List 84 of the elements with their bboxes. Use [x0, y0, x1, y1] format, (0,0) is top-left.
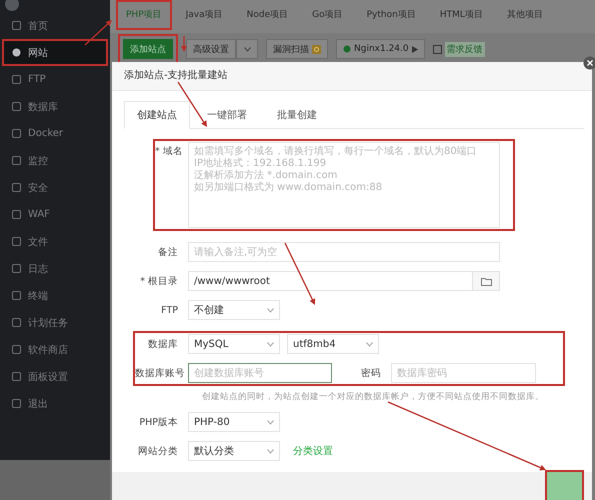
project-tab[interactable]: 其他项目: [496, 0, 553, 30]
caret-icon: [267, 420, 274, 424]
nav-icon: [12, 345, 21, 354]
dialog-tab[interactable]: 创建站点: [124, 101, 190, 129]
select-field[interactable]: utf8mb4: [287, 334, 379, 354]
field-label: 密码: [360, 366, 382, 380]
remark-field[interactable]: 请输入备注,可为空: [188, 242, 500, 262]
status-dot-icon: [343, 45, 351, 53]
nav-icon: [12, 237, 21, 246]
field-label: 数据库账号: [135, 366, 186, 380]
select-field[interactable]: 默认分类: [188, 441, 280, 461]
caret-icon: [267, 342, 274, 346]
project-tab[interactable]: Java项目: [176, 0, 233, 30]
sidebar-item[interactable]: 退出: [2, 390, 108, 417]
sidebar-item[interactable]: 网站: [2, 39, 108, 66]
sidebar-item[interactable]: FTP: [2, 66, 108, 93]
nav-icon: [12, 183, 21, 192]
caret-icon: [366, 342, 373, 346]
nav-icon: [12, 399, 21, 408]
hint-text: 创建站点的同时，为站点创建一个对应的数据库帐户，方便不同站点使用不同数据库。: [202, 391, 544, 403]
project-tab[interactable]: Go项目: [302, 0, 353, 30]
sidebar-item[interactable]: 首页: [2, 12, 108, 39]
sidebar-item[interactable]: 文件: [2, 228, 108, 255]
root-directory-field[interactable]: /www/wwwroot: [188, 271, 473, 291]
nav-icon: [12, 264, 21, 273]
nav-icon: [12, 21, 21, 30]
field-label: FTP: [160, 304, 179, 316]
sidebar-item[interactable]: 日志: [2, 255, 108, 282]
nav-icon: [12, 372, 21, 381]
add-site-button[interactable]: 添加站点: [123, 39, 173, 59]
nginx-button[interactable]: Nginx1.24.0: [336, 39, 425, 59]
sidebar-item[interactable]: 终端: [2, 282, 108, 309]
caret-icon: [267, 448, 274, 454]
badge-icon: [312, 44, 321, 54]
annotation-arrow: [284, 242, 316, 305]
field-label: 备注: [157, 246, 179, 258]
field-label: PHP版本: [138, 416, 179, 428]
dialog-tab[interactable]: 批量创建: [264, 101, 330, 129]
project-tab[interactable]: Node项目: [236, 0, 298, 30]
nav-icon: [12, 291, 21, 300]
advanced-settings-button[interactable]: 高级设置: [186, 39, 236, 59]
nav-icon: [12, 102, 21, 111]
vulnerability-scan-button[interactable]: 漏洞扫描: [266, 39, 328, 59]
nav-icon: [12, 129, 21, 138]
annotation-arrow: [84, 20, 112, 46]
nav-icon: [12, 210, 21, 219]
folder-button[interactable]: [473, 271, 500, 291]
sidebar-item[interactable]: 软件商店: [2, 336, 108, 363]
category-settings-link[interactable]: 分类设置: [293, 444, 333, 458]
sidebar-item[interactable]: 计划任务: [2, 309, 108, 336]
field-label: 数据库: [147, 338, 179, 350]
domain-field[interactable]: 如需填写多个域名，请换行填写，每行一个域名，默认为80端口 IP地址格式：192.168.1.199 泛解析添加方法 *.domain.com 如另加端口格式为 www.domain.com:88: [188, 142, 500, 228]
caret-icon: [267, 308, 274, 312]
select-field[interactable]: MySQL: [188, 334, 280, 354]
dialog-title: 添加站点-支持批量建站: [112, 62, 592, 91]
nav-icon: [12, 318, 21, 327]
play-icon: [412, 46, 418, 52]
project-tab[interactable]: PHP项目: [116, 0, 172, 30]
nav-icon: [12, 75, 21, 84]
project-tab[interactable]: HTML项目: [430, 0, 493, 30]
sidebar-item[interactable]: 监控: [2, 147, 108, 174]
close-button[interactable]: [583, 56, 595, 70]
annotation-arrow: [177, 82, 207, 127]
field-label: * 根目录: [139, 274, 179, 288]
select-field[interactable]: 不创建: [188, 300, 280, 320]
sidebar-item[interactable]: Docker: [2, 120, 108, 147]
feedback-link[interactable]: 需求反馈: [444, 42, 485, 56]
select-field[interactable]: PHP-80: [188, 412, 280, 432]
field-label: 网站分类: [137, 444, 179, 458]
sidebar-item[interactable]: 数据库: [2, 93, 108, 120]
logo-icon: [4, 0, 20, 12]
database-account-field[interactable]: 创建数据库账号: [188, 363, 332, 383]
caret-icon: [244, 46, 250, 52]
dialog-tab[interactable]: 一键部署: [194, 101, 260, 129]
close-icon: [583, 56, 595, 70]
sidebar-item[interactable]: 面板设置: [2, 363, 108, 390]
sidebar-item[interactable]: WAF: [2, 201, 108, 228]
folder-icon: [480, 276, 492, 286]
password-field[interactable]: 数据库密码: [391, 363, 536, 383]
sidebar-item[interactable]: 安全: [2, 174, 108, 201]
annotation-arrow: [181, 36, 187, 52]
field-label: * 域名: [155, 145, 184, 158]
project-tab[interactable]: Python项目: [356, 0, 426, 30]
nav-icon: [12, 156, 21, 165]
